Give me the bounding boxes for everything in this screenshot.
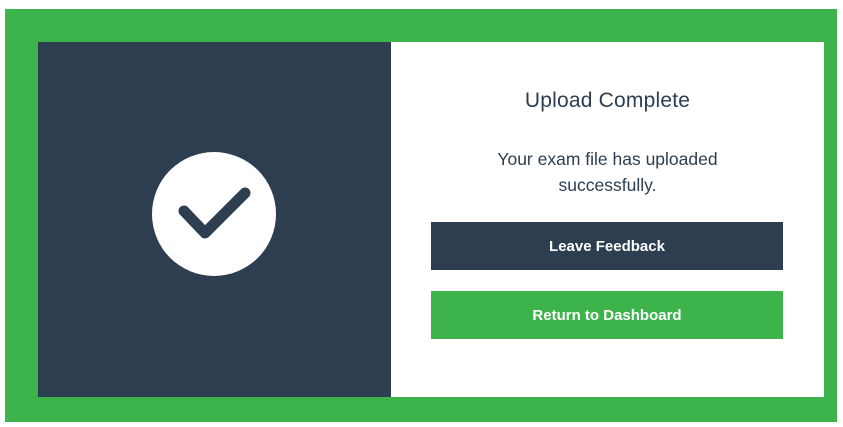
- outer-frame: Upload Complete Your exam file has uploa…: [5, 9, 837, 422]
- success-badge: [152, 152, 276, 276]
- return-to-dashboard-button[interactable]: Return to Dashboard: [431, 291, 783, 339]
- dialog-title: Upload Complete: [524, 89, 691, 112]
- checkmark-icon: [178, 187, 251, 239]
- content-panel: Upload Complete Your exam file has uploa…: [391, 42, 824, 397]
- status-panel: [38, 42, 391, 397]
- leave-feedback-button[interactable]: Leave Feedback: [431, 222, 783, 270]
- dialog-message: Your exam file has uploaded successfully…: [497, 149, 718, 195]
- upload-complete-dialog: Upload Complete Your exam file has uploa…: [38, 42, 824, 397]
